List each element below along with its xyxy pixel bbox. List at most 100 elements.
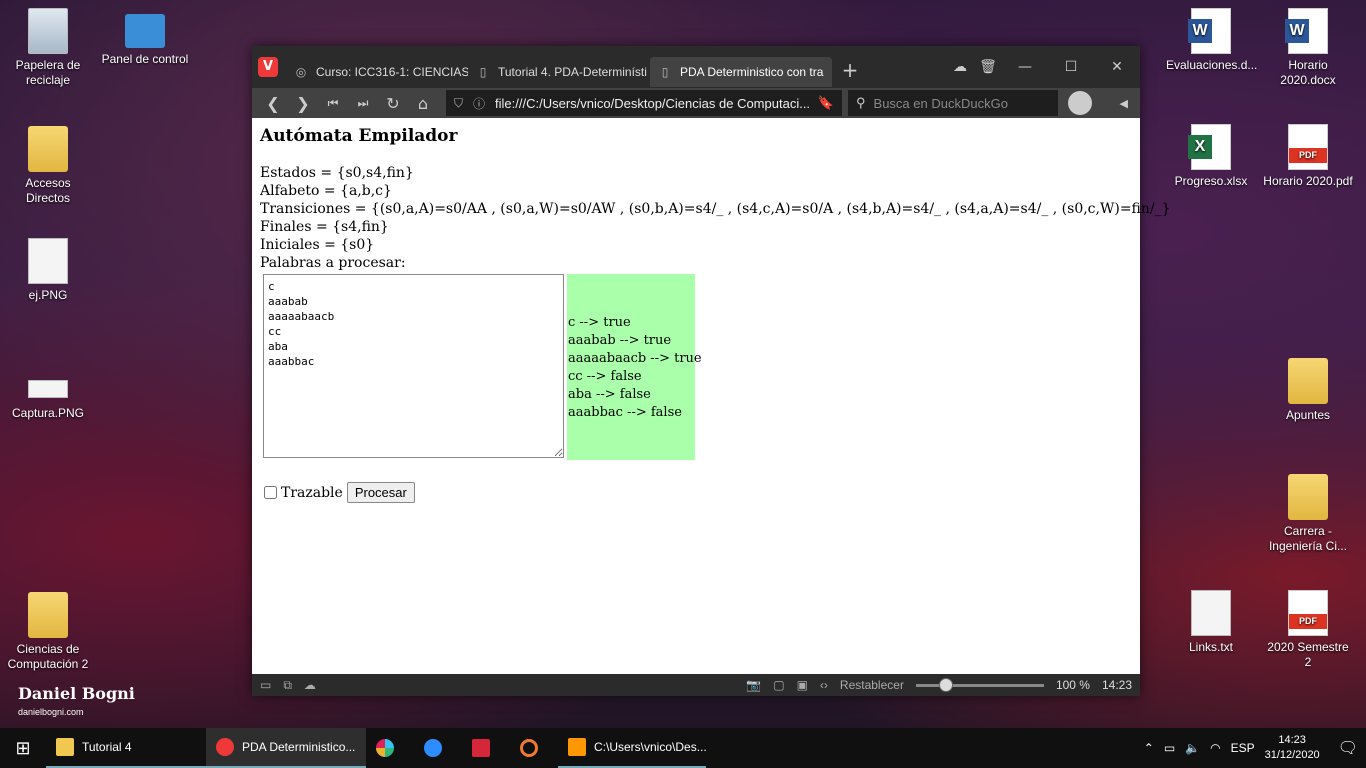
desktop-icon-carrera[interactable]: Carrera - Ingeniería Ci... [1263, 474, 1353, 554]
zoom-app-icon [424, 739, 442, 757]
close-icon[interactable]: ✕ [1094, 59, 1140, 75]
clock-date: 31/12/2020 [1264, 749, 1320, 761]
code-icon[interactable]: ‹› [820, 678, 828, 692]
desktop-icon-progreso[interactable]: Progreso.xlsx [1166, 124, 1256, 189]
folder-icon [56, 738, 74, 756]
result-line: aaaaabaacb --> true [568, 351, 702, 366]
reload-icon[interactable]: ↻ [378, 94, 408, 113]
results-panel: c --> true aaabab --> true aaaaabaacb --… [567, 274, 702, 460]
desktop-icon-label: Ciencias de Computación 2 [7, 642, 89, 671]
desktop-icon-label: Captura.PNG [11, 406, 85, 420]
controls: Trazable Procesar [260, 482, 1132, 503]
windows-start-icon[interactable]: ⊞ [0, 738, 46, 759]
taskbar-item-tutorial[interactable]: Tutorial 4 [46, 728, 206, 768]
panel-toggle-icon[interactable]: ◀ [1120, 97, 1128, 110]
taskbar-item-label: Tutorial 4 [82, 740, 132, 754]
folder-icon [28, 126, 68, 172]
chevron-up-icon[interactable]: ⌃ [1144, 741, 1154, 755]
recycle-bin-icon [28, 8, 68, 54]
desktop-icon-semestre[interactable]: 2020 Semestre 2 [1263, 590, 1353, 670]
clock-time: 14:23 [1278, 734, 1306, 746]
desktop-icon-captura-png[interactable]: Captura.PNG [3, 380, 93, 421]
desktop-icon-label: Carrera - Ingeniería Ci... [1268, 524, 1348, 553]
desktop-icon-horario-docx[interactable]: Horario 2020.docx [1263, 8, 1353, 88]
fast-forward-icon[interactable]: ⏭ [348, 96, 378, 111]
wifi-icon[interactable]: ◠ [1210, 741, 1220, 755]
download-icon [472, 739, 490, 757]
battery-icon[interactable]: ▭ [1164, 741, 1175, 755]
panel-icon[interactable]: ▭ [260, 678, 271, 692]
image-file-icon [28, 380, 68, 398]
reset-zoom-link[interactable]: Restablecer [840, 678, 904, 692]
word-document-icon [1285, 8, 1328, 54]
taskbar-item-label: C:\Users\vnico\Des... [594, 740, 707, 754]
home-icon[interactable]: ⌂ [408, 94, 438, 113]
desktop-icon-accesos[interactable]: Accesos Directos [3, 126, 93, 206]
procesar-button[interactable]: Procesar [346, 482, 415, 503]
maximize-icon[interactable]: ☐ [1048, 59, 1094, 75]
page-content: Autómata Empilador Estados = {s0,s4,fin}… [252, 118, 1171, 674]
taskbar-item-label: PDA Deterministico... [242, 740, 356, 754]
desktop-icon-recycle-bin[interactable]: Papelera de reciclaje [3, 8, 93, 88]
taskbar-item-browser[interactable]: PDA Deterministico... [206, 728, 366, 768]
zoom-slider[interactable] [915, 677, 1044, 692]
words-input[interactable]: c aaabab aaaaabaacb cc aba aaabbac [263, 274, 564, 458]
taskbar-circle-app[interactable] [510, 728, 558, 768]
zoom-slider-handle[interactable] [938, 677, 953, 692]
shield-icon: ⛉ [454, 95, 464, 110]
tab-curso[interactable]: ◎ Curso: ICC316-1: CIENCIAS [286, 57, 468, 87]
taskbar-zoom[interactable] [414, 728, 462, 768]
zoom-level: 100 % [1055, 678, 1090, 692]
minimize-icon[interactable]: — [1002, 59, 1048, 75]
volume-icon[interactable]: 🔈 [1185, 741, 1200, 755]
image-icon[interactable]: ▣ [797, 678, 808, 692]
desktop-icon-label: Panel de control [101, 52, 189, 66]
desktop-icon-apuntes[interactable]: Apuntes [1263, 358, 1353, 423]
vivaldi-logo-icon[interactable]: V [258, 57, 278, 77]
taskbar-clock[interactable]: 14:23 31/12/2020 [1265, 733, 1320, 763]
desktop-icon-label: Links.txt [1188, 640, 1233, 654]
tab-pda[interactable]: ▯ PDA Deterministico con tra [650, 57, 832, 87]
new-tab-icon[interactable]: + [836, 58, 864, 82]
forward-icon[interactable]: ❯ [288, 94, 318, 113]
window-controls: ☁ 🗑 — ☐ ✕ [946, 59, 1140, 75]
slack-icon [376, 739, 394, 757]
desktop-icon-label: Horario 2020.pdf [1263, 174, 1353, 188]
estados-line: Estados = {s0,s4,fin} [260, 165, 414, 181]
url-field[interactable]: ⛉ ⓘ file:///C:/Users/vnico/Desktop/Cienc… [446, 90, 842, 116]
pdf-document-icon [1288, 124, 1328, 170]
tiling-icon[interactable]: ⧉ [283, 678, 292, 693]
control-panel-icon [125, 14, 165, 48]
rewind-icon[interactable]: ⏮ [318, 96, 348, 111]
address-bar: ❮ ❯ ⏮ ⏭ ↻ ⌂ ⛉ ⓘ file:///C:/Users/vnico/D… [252, 88, 1140, 118]
capture-icon[interactable]: 📷 [746, 678, 761, 692]
desktop-icon-ej-png[interactable]: ej.PNG [3, 238, 93, 303]
pdf-document-icon [1288, 590, 1328, 636]
desktop-icon-label: Progreso.xlsx [1174, 174, 1248, 188]
desktop-icon-control-panel[interactable]: Panel de control [100, 8, 190, 67]
back-icon[interactable]: ❮ [258, 94, 288, 113]
sync-cloud-icon[interactable]: ☁ [304, 678, 316, 692]
desktop-icon-ciencias[interactable]: Ciencias de Computación 2 [3, 592, 93, 672]
desktop-icon-evaluaciones[interactable]: Evaluaciones.d... [1166, 8, 1257, 73]
trash-icon[interactable]: 🗑 [974, 59, 1002, 75]
desktop-icon-links[interactable]: Links.txt [1166, 590, 1256, 655]
desktop-icon-horario-pdf[interactable]: Horario 2020.pdf [1263, 124, 1353, 189]
language-indicator[interactable]: ESP [1231, 741, 1255, 755]
taskbar-slack[interactable] [366, 728, 414, 768]
desktop-icon-label: ej.PNG [28, 288, 68, 302]
cloud-icon[interactable]: ☁ [946, 59, 974, 75]
system-tray: ⌃ ▭ 🔈 ◠ ESP 14:23 31/12/2020 🗨 [1144, 733, 1366, 763]
folder-icon [28, 592, 68, 638]
search-field[interactable]: ⚲ Busca en DuckDuckGo [848, 90, 1058, 116]
window-icon[interactable]: ▢ [773, 678, 784, 692]
notifications-icon[interactable]: 🗨 [1338, 738, 1358, 758]
app-circle-icon [520, 739, 538, 757]
tab-tutorial[interactable]: ▯ Tutorial 4. PDA-Determinísti [468, 57, 650, 87]
profile-avatar[interactable] [1068, 91, 1092, 115]
search-placeholder: Busca en DuckDuckGo [873, 95, 1008, 111]
trazable-checkbox[interactable] [264, 486, 277, 499]
taskbar-download[interactable] [462, 728, 510, 768]
bookmark-icon[interactable]: 🔖 [818, 95, 834, 111]
taskbar-item-sublime[interactable]: C:\Users\vnico\Des... [558, 728, 707, 768]
